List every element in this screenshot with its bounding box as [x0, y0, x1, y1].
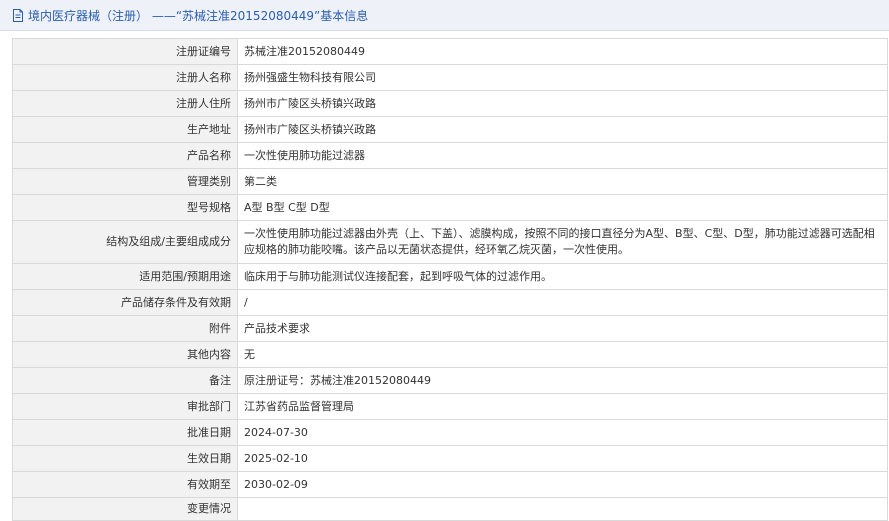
row-value: 临床用于与肺功能测试仪连接配套，起到呼吸气体的过滤作用。	[237, 263, 888, 290]
info-table: 注册证编号 苏械注准20152080449 注册人名称 扬州强盛生物科技有限公司…	[12, 38, 888, 521]
table-row: 管理类别 第二类	[12, 168, 888, 195]
row-value: 一次性使用肺功能过滤器	[237, 142, 888, 169]
table-row: 注册人住所 扬州市广陵区头桥镇兴政路	[12, 90, 888, 117]
row-value: /	[237, 289, 888, 316]
table-row: 型号规格 A型 B型 C型 D型	[12, 194, 888, 221]
row-label: 产品名称	[12, 142, 238, 169]
row-value: 原注册证号：苏械注准20152080449	[237, 367, 888, 394]
table-row: 注册人名称 扬州强盛生物科技有限公司	[12, 64, 888, 91]
row-label: 注册人住所	[12, 90, 238, 117]
row-value: 2025-02-10	[237, 445, 888, 472]
row-value: 2024-07-30	[237, 419, 888, 446]
row-label: 结构及组成/主要组成成分	[12, 220, 238, 264]
row-value: 一次性使用肺功能过滤器由外壳（上、下盖）、滤膜构成，按照不同的接口直径分为A型、…	[237, 220, 888, 264]
row-label: 生效日期	[12, 445, 238, 472]
page-header: 境内医疗器械（注册） ——“苏械注准20152080449”基本信息	[0, 0, 889, 31]
row-value: 无	[237, 341, 888, 368]
row-label: 备注	[12, 367, 238, 394]
table-row: 适用范围/预期用途 临床用于与肺功能测试仪连接配套，起到呼吸气体的过滤作用。	[12, 263, 888, 290]
row-label: 注册证编号	[12, 38, 238, 65]
table-row: 备注 原注册证号：苏械注准20152080449	[12, 367, 888, 394]
row-label: 变更情况	[12, 497, 238, 521]
row-label: 附件	[12, 315, 238, 342]
table-row: 结构及组成/主要组成成分 一次性使用肺功能过滤器由外壳（上、下盖）、滤膜构成，按…	[12, 220, 888, 264]
row-label: 注册人名称	[12, 64, 238, 91]
table-row: 其他内容 无	[12, 341, 888, 368]
row-label: 有效期至	[12, 471, 238, 498]
row-value: 2030-02-09	[237, 471, 888, 498]
row-label: 管理类别	[12, 168, 238, 195]
row-label: 生产地址	[12, 116, 238, 143]
row-value	[237, 497, 888, 521]
table-row: 注册证编号 苏械注准20152080449	[12, 38, 888, 65]
page-title: 境内医疗器械（注册） ——“苏械注准20152080449”基本信息	[28, 8, 369, 23]
row-label: 型号规格	[12, 194, 238, 221]
table-row: 审批部门 江苏省药品监督管理局	[12, 393, 888, 420]
row-value: 扬州强盛生物科技有限公司	[237, 64, 888, 91]
table-row: 批准日期 2024-07-30	[12, 419, 888, 446]
row-label: 批准日期	[12, 419, 238, 446]
table-row: 附件 产品技术要求	[12, 315, 888, 342]
table-row: 变更情况	[12, 497, 888, 521]
table-row: 生产地址 扬州市广陵区头桥镇兴政路	[12, 116, 888, 143]
row-value: 产品技术要求	[237, 315, 888, 342]
table-row: 生效日期 2025-02-10	[12, 445, 888, 472]
document-icon	[11, 8, 25, 22]
row-value: 第二类	[237, 168, 888, 195]
row-value: 江苏省药品监督管理局	[237, 393, 888, 420]
row-label: 产品储存条件及有效期	[12, 289, 238, 316]
row-label: 其他内容	[12, 341, 238, 368]
row-value: 苏械注准20152080449	[237, 38, 888, 65]
table-row: 产品储存条件及有效期 /	[12, 289, 888, 316]
row-label: 适用范围/预期用途	[12, 263, 238, 290]
row-value: A型 B型 C型 D型	[237, 194, 888, 221]
row-value: 扬州市广陵区头桥镇兴政路	[237, 116, 888, 143]
row-label: 审批部门	[12, 393, 238, 420]
row-value: 扬州市广陵区头桥镇兴政路	[237, 90, 888, 117]
table-row: 产品名称 一次性使用肺功能过滤器	[12, 142, 888, 169]
table-row: 有效期至 2030-02-09	[12, 471, 888, 498]
